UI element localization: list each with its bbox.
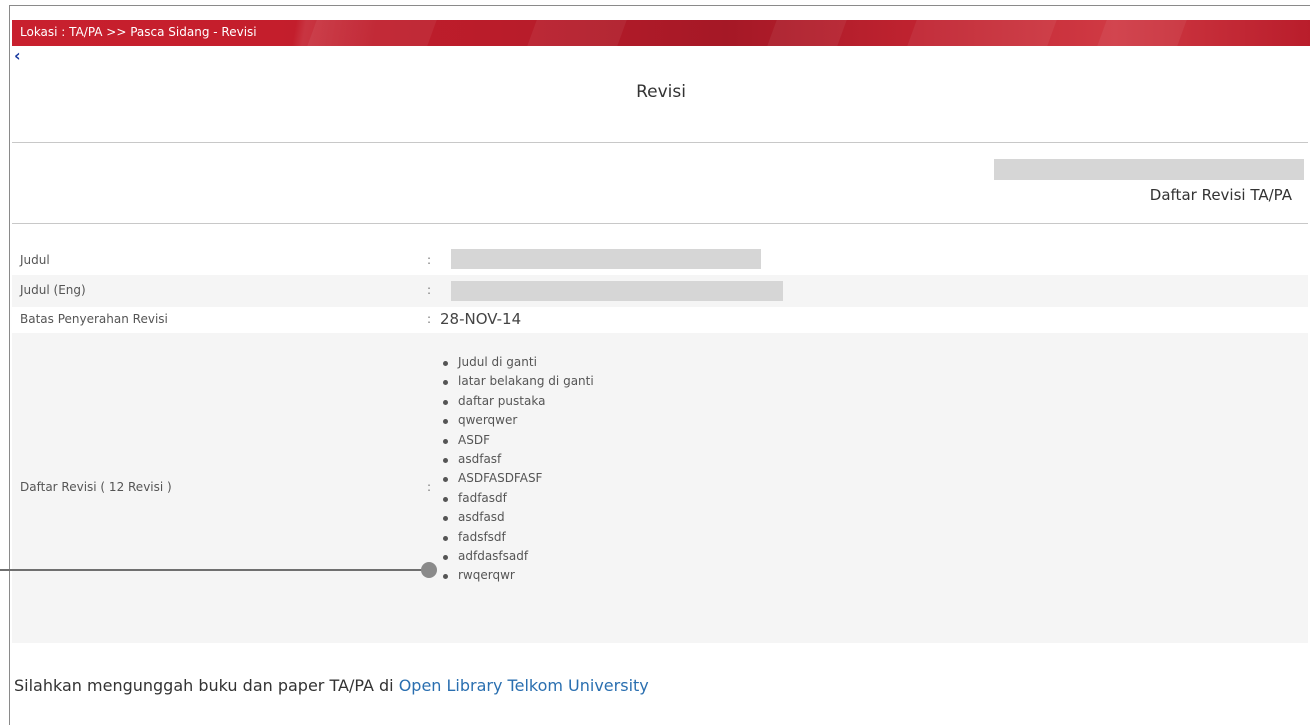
field-colon: :: [427, 312, 432, 326]
page-title: Revisi: [636, 82, 686, 102]
list-item: fadfasdf: [440, 489, 594, 508]
open-library-link[interactable]: Open Library Telkom University: [399, 676, 649, 695]
list-item: daftar pustaka: [440, 392, 594, 411]
list-item: adfdasfsadf: [440, 547, 594, 566]
divider: [12, 142, 1308, 143]
annotation-line: [0, 569, 425, 571]
divider: [12, 223, 1308, 224]
field-row-daftar-revisi: Daftar Revisi ( 12 Revisi ) :: [12, 333, 1308, 643]
list-item: Judul di ganti: [440, 353, 594, 372]
field-colon: :: [427, 253, 432, 267]
field-row-batas: Batas Penyerahan Revisi : 28-NOV-14: [12, 307, 1308, 333]
field-label: Judul (Eng): [20, 283, 86, 297]
field-colon: :: [427, 480, 432, 494]
list-item: asdfasd: [440, 508, 594, 527]
redacted-block: [994, 159, 1304, 180]
list-item: fadsfsdf: [440, 528, 594, 547]
field-row-judul: Judul :: [12, 248, 1308, 272]
upload-note-text: Silahkan mengunggah buku dan paper TA/PA…: [14, 676, 399, 695]
location-bar: Lokasi : TA/PA >> Pasca Sidang - Revisi: [12, 20, 1310, 46]
list-item: qwerqwer: [440, 411, 594, 430]
list-item: latar belakang di ganti: [440, 372, 594, 391]
section-subtitle: Daftar Revisi TA/PA: [1149, 186, 1292, 204]
field-colon: :: [427, 283, 432, 297]
list-item: rwqerqwr: [440, 566, 594, 585]
list-item: ASDF: [440, 431, 594, 450]
deadline-value: 28-NOV-14: [440, 310, 522, 328]
list-item: asdfasf: [440, 450, 594, 469]
field-label: Judul: [20, 253, 50, 267]
list-item: ASDFASDFASF: [440, 469, 594, 488]
annotation-dot: [421, 562, 437, 578]
redacted-title-eng: [451, 281, 783, 301]
revision-list: Judul di ganti latar belakang di ganti d…: [440, 353, 594, 586]
breadcrumb: Lokasi : TA/PA >> Pasca Sidang - Revisi: [20, 25, 257, 39]
field-row-judul-eng: Judul (Eng) :: [12, 275, 1308, 307]
chevron-left-icon[interactable]: ‹: [14, 48, 28, 65]
upload-note: Silahkan mengunggah buku dan paper TA/PA…: [14, 676, 649, 695]
redacted-title: [451, 249, 761, 269]
field-label: Daftar Revisi ( 12 Revisi ): [20, 480, 172, 494]
field-label: Batas Penyerahan Revisi: [20, 312, 168, 326]
